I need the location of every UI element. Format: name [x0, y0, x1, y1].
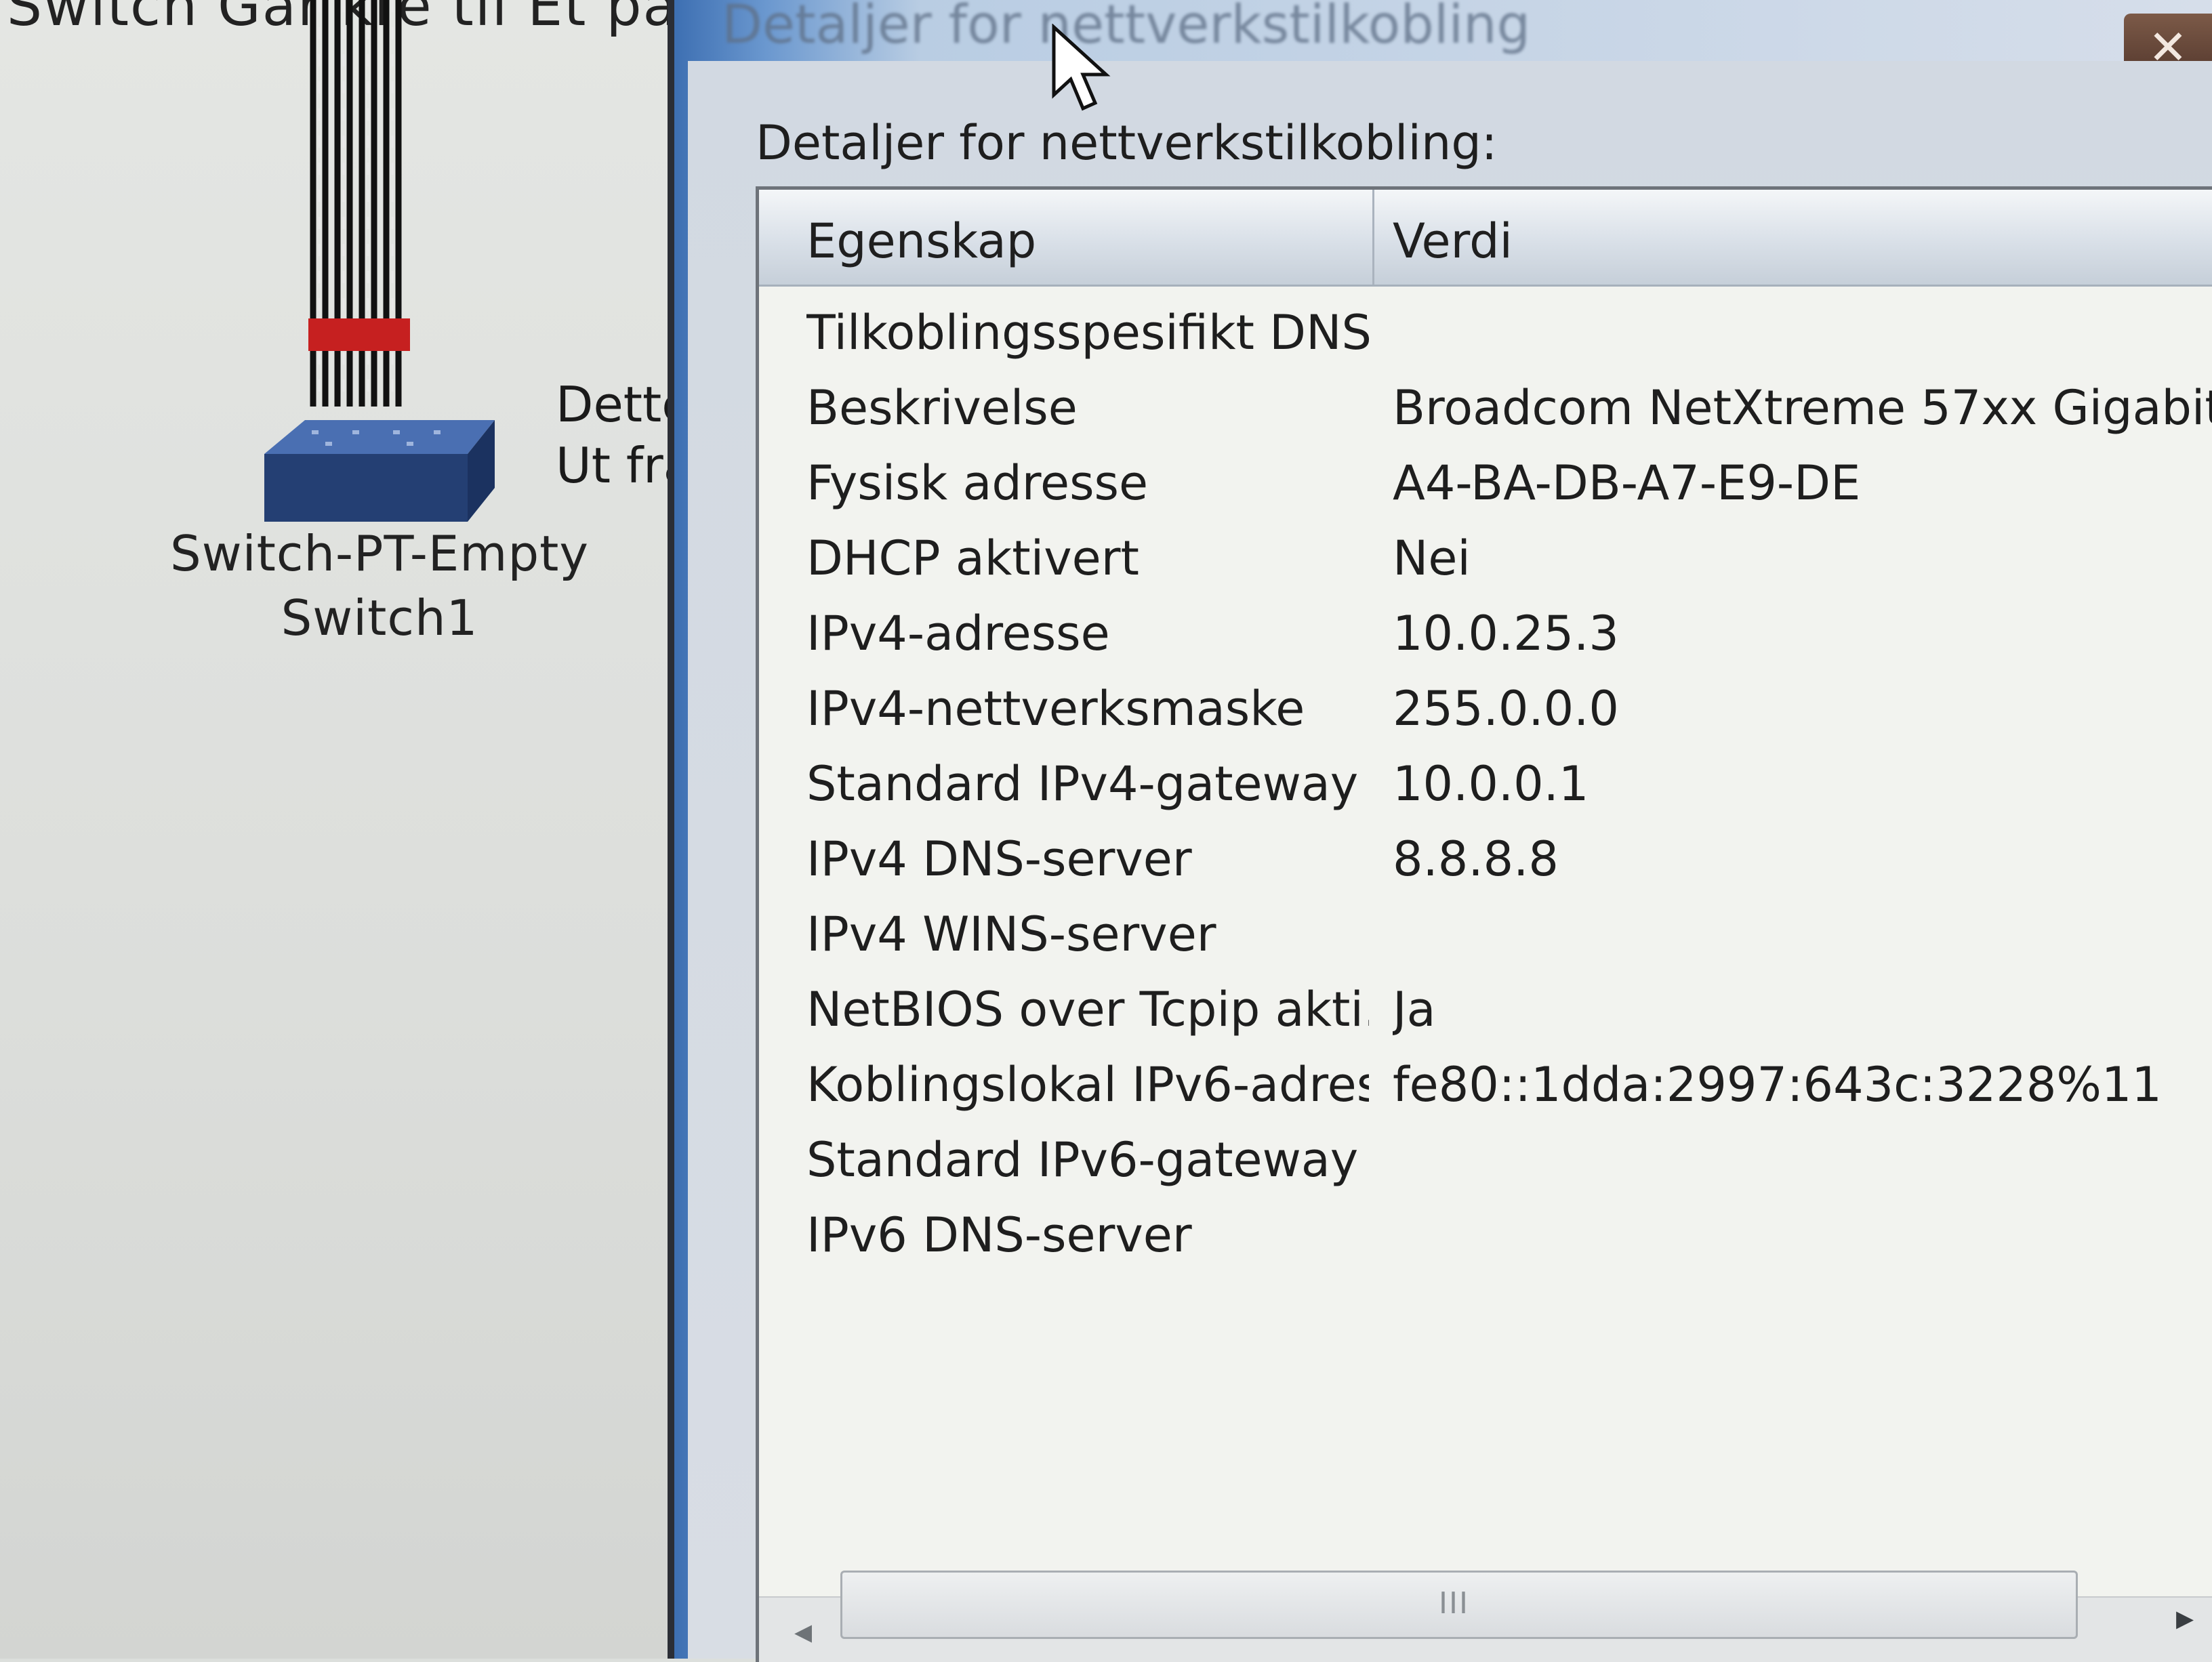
table-row[interactable]: Fysisk adresse A4-BA-DB-A7-E9-DE	[759, 442, 2212, 517]
value-cell: Broadcom NetXtreme 57xx Gigabit Contro	[1393, 380, 2212, 436]
scrollbar-thumb[interactable]: III	[840, 1571, 2078, 1639]
property-cell: IPv6 DNS-server	[806, 1207, 1192, 1263]
property-cell: Tilkoblingsspesifikt DNS-...	[806, 305, 1369, 360]
device-model-label: Switch-PT-Empty	[170, 525, 589, 582]
property-cell: IPv4-nettverksmaske	[806, 681, 1305, 736]
grip-icon: III	[1439, 1586, 1469, 1621]
table-row[interactable]: Koblingslokal IPv6-adres... fe80::1dda:2…	[759, 1043, 2212, 1119]
dialog-heading: Detaljer for nettverkstilkobling:	[756, 115, 1498, 171]
table-row[interactable]: IPv6 DNS-server	[759, 1194, 2212, 1269]
property-cell: Fysisk adresse	[806, 455, 1149, 511]
column-header-property[interactable]: Egenskap	[806, 213, 1036, 269]
value-cell: 10.0.0.1	[1393, 756, 1589, 812]
table-row[interactable]: Standard IPv4-gateway 10.0.0.1	[759, 743, 2212, 818]
table-row[interactable]: IPv4 DNS-server 8.8.8.8	[759, 818, 2212, 893]
device-name-label: Switch1	[281, 589, 478, 646]
horizontal-scrollbar[interactable]: ◂ III ▸	[759, 1571, 2212, 1662]
property-cell: NetBIOS over Tcpip akti...	[806, 982, 1369, 1037]
switch-device-icon[interactable]	[251, 407, 495, 528]
workspace-canvas[interactable]: Switch Gar kre til Et pat Switch-PT-Empt…	[0, 0, 700, 1659]
cable-bundle	[308, 0, 410, 407]
value-cell: Nei	[1393, 531, 1471, 586]
dialog-title: Detaljer for nettverkstilkobling	[722, 0, 1531, 56]
scroll-left-icon[interactable]: ◂	[786, 1611, 820, 1652]
property-cell: DHCP aktivert	[806, 531, 1139, 586]
canvas-note-line-1: Dette	[556, 376, 678, 433]
property-cell: Koblingslokal IPv6-adres...	[806, 1057, 1369, 1113]
value-cell: 8.8.8.8	[1393, 831, 1559, 887]
table-row[interactable]: Standard IPv6-gateway	[759, 1119, 2212, 1194]
table-row[interactable]: IPv4 WINS-server	[759, 893, 2212, 968]
mouse-cursor-icon	[1052, 24, 1111, 111]
property-cell: Standard IPv6-gateway	[806, 1132, 1359, 1188]
column-resize-handle[interactable]	[1372, 190, 1374, 285]
property-cell: IPv4-adresse	[806, 606, 1110, 661]
property-cell: IPv4 WINS-server	[806, 907, 1216, 962]
value-cell: A4-BA-DB-A7-E9-DE	[1393, 455, 1861, 511]
network-details-dialog: Detaljer for nettverkstilkobling ✕ Detal…	[674, 0, 2212, 1662]
canvas-divider	[668, 0, 674, 1659]
listview-header: Egenskap Verdi	[759, 190, 2212, 287]
dialog-titlebar[interactable]: Detaljer for nettverkstilkobling ✕	[674, 0, 2212, 88]
property-cell: IPv4 DNS-server	[806, 831, 1192, 887]
table-row[interactable]: IPv4-nettverksmaske 255.0.0.0	[759, 667, 2212, 743]
table-row[interactable]: Tilkoblingsspesifikt DNS-...	[759, 291, 2212, 367]
value-cell: fe80::1dda:2997:643c:3228%11	[1393, 1057, 2162, 1113]
listview-rows: Tilkoblingsspesifikt DNS-... Beskrivelse…	[759, 291, 2212, 1269]
scroll-right-icon[interactable]: ▸	[2168, 1598, 2202, 1638]
property-cell: Standard IPv4-gateway	[806, 756, 1359, 812]
value-cell: Ja	[1393, 982, 1436, 1037]
table-row[interactable]: Beskrivelse Broadcom NetXtreme 57xx Giga…	[759, 367, 2212, 442]
value-cell: 255.0.0.0	[1393, 681, 1619, 736]
property-cell: Beskrivelse	[806, 380, 1078, 436]
table-row[interactable]: IPv4-adresse 10.0.25.3	[759, 592, 2212, 667]
cable-marker	[308, 318, 410, 351]
value-cell: 10.0.25.3	[1393, 606, 1619, 661]
table-row[interactable]: DHCP aktivert Nei	[759, 517, 2212, 592]
canvas-note-line-2: Ut fra	[556, 437, 678, 494]
table-row[interactable]: NetBIOS over Tcpip akti... Ja	[759, 968, 2212, 1043]
dialog-body: Detaljer for nettverkstilkobling: Egensk…	[688, 61, 2212, 1662]
details-listview[interactable]: Egenskap Verdi Tilkoblingsspesifikt DNS-…	[756, 186, 2212, 1662]
column-header-value[interactable]: Verdi	[1393, 213, 1513, 269]
